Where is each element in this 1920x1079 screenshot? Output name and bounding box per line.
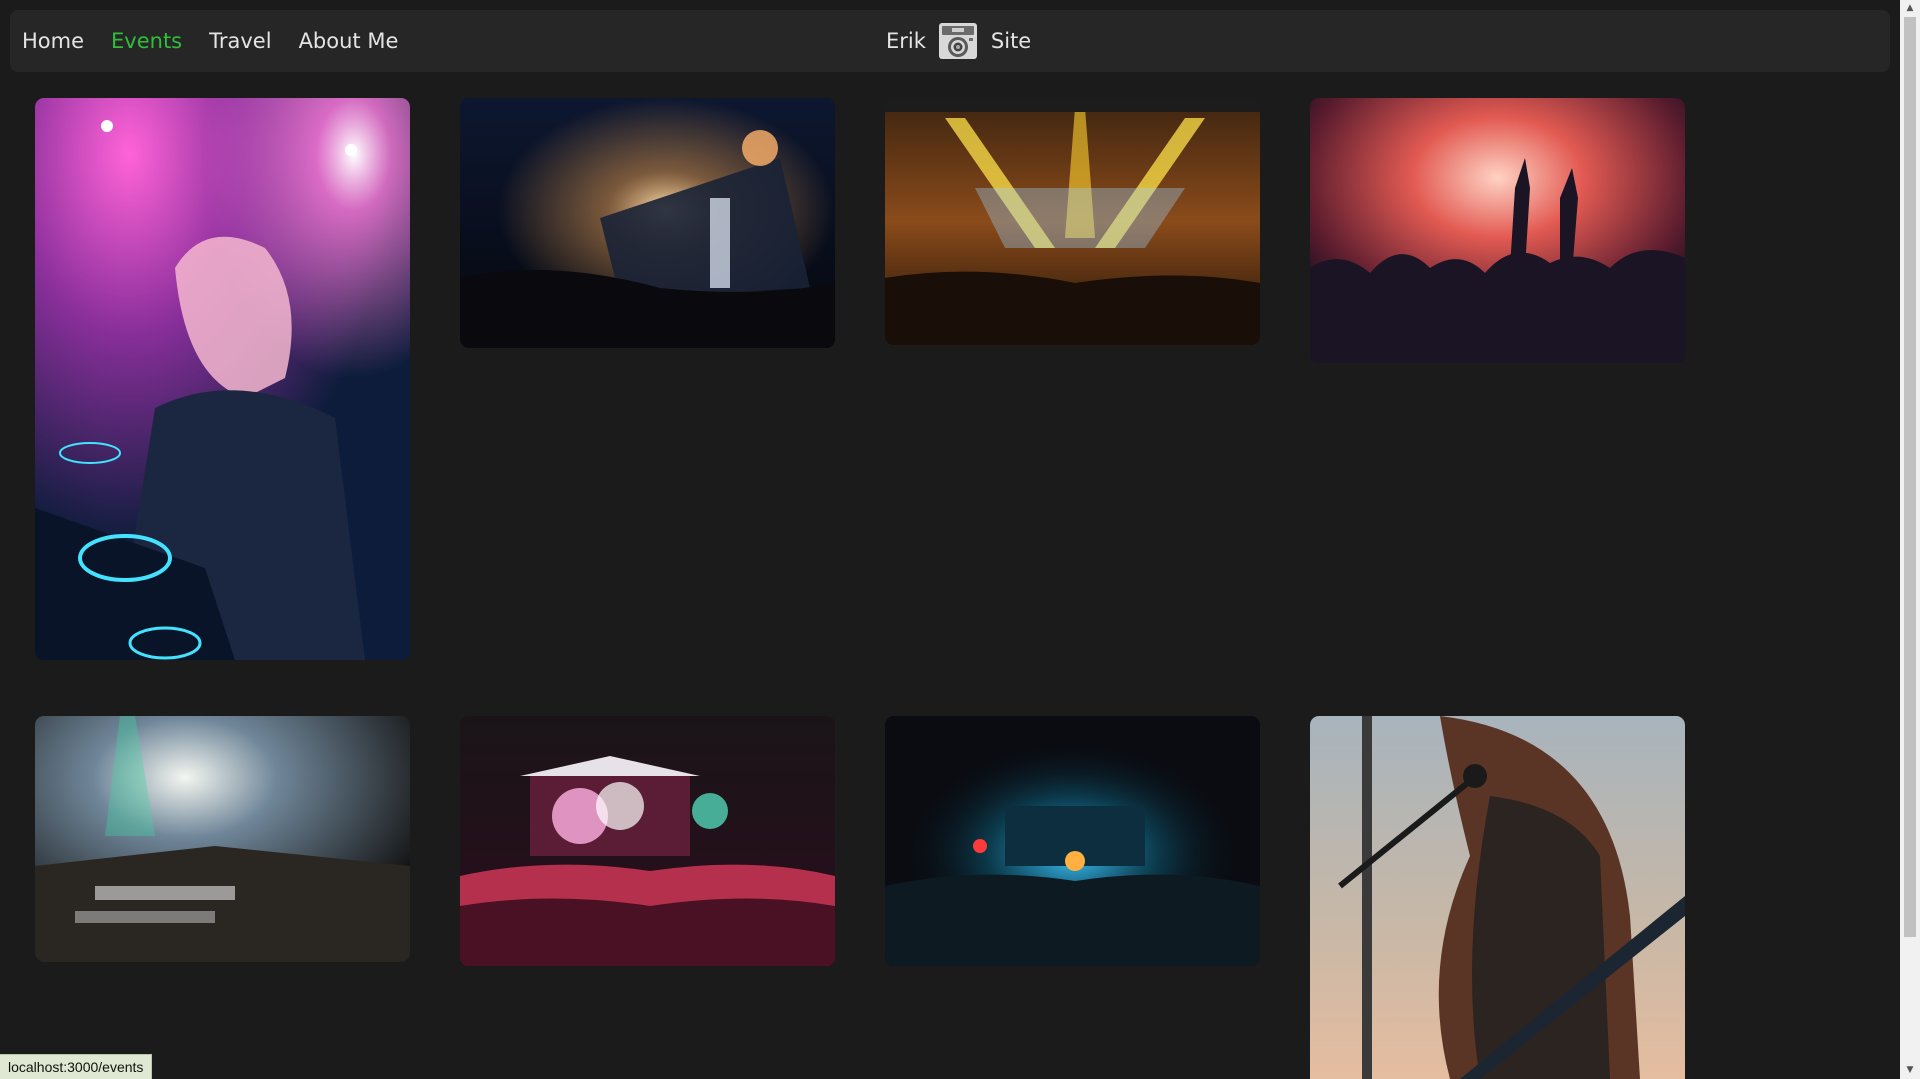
nav-links: Home Events Travel About Me bbox=[22, 10, 425, 72]
vertical-scrollbar[interactable]: ▲ ▼ bbox=[1900, 0, 1920, 1079]
nav-link-events[interactable]: Events bbox=[111, 29, 182, 53]
nav-link-home[interactable]: Home bbox=[22, 29, 84, 53]
gallery-photo-outdoor-festival[interactable] bbox=[460, 716, 835, 966]
brand[interactable]: Erik Site bbox=[886, 10, 1031, 72]
top-navbar: Home Events Travel About Me Erik Site bbox=[10, 10, 1890, 72]
gallery-photo-guitarist[interactable] bbox=[1310, 716, 1685, 1079]
nav-link-travel[interactable]: Travel bbox=[209, 29, 271, 53]
gallery-photo-night-stage[interactable] bbox=[885, 716, 1260, 966]
scroll-down-arrow-icon[interactable]: ▼ bbox=[1900, 1062, 1920, 1079]
nav-link-about-me[interactable]: About Me bbox=[299, 29, 399, 53]
brand-right-text: Site bbox=[990, 29, 1032, 53]
scrollbar-thumb[interactable] bbox=[1904, 17, 1916, 937]
gallery-photo-concert-lights[interactable] bbox=[885, 98, 1260, 345]
scroll-up-arrow-icon[interactable]: ▲ bbox=[1900, 0, 1920, 17]
gallery-photo-dj[interactable] bbox=[35, 98, 410, 660]
gallery-photo-festival-fireworks[interactable] bbox=[460, 98, 835, 348]
gallery-photo-red-crowd[interactable] bbox=[1310, 98, 1685, 363]
gallery-photo-arena-confetti[interactable] bbox=[35, 716, 410, 962]
brand-left-text: Erik bbox=[886, 29, 926, 53]
page: Home Events Travel About Me Erik Site ▲ … bbox=[0, 0, 1920, 1079]
camera-icon bbox=[938, 23, 977, 59]
browser-status-url: localhost:3000/events bbox=[0, 1054, 153, 1079]
